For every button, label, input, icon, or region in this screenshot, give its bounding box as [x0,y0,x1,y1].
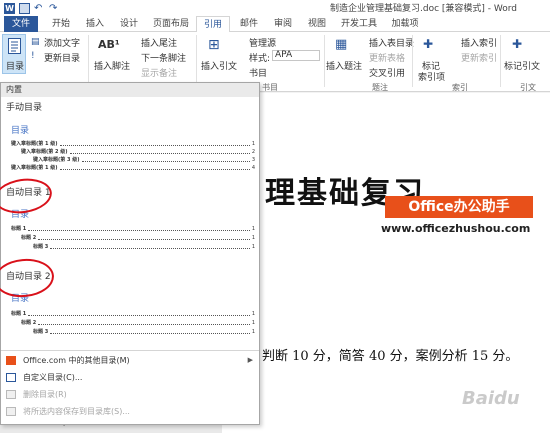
submenu-arrow-icon: ▶ [247,356,253,364]
tab-references[interactable]: 引用 [196,16,230,33]
save-to-gallery-menu-item[interactable]: 将所选内容保存到目录库(S)... [1,404,259,419]
mark-entry-label2: 索引项 [418,73,446,83]
more-tocs-office-menu-item[interactable]: Office.com 中的其他目录(M) ▶ [1,353,259,368]
redo-icon[interactable]: ↷ [49,3,60,14]
quick-access-toolbar: W ↶ ↷ [0,2,60,14]
tab-page-layout[interactable]: 页面布局 [150,16,192,32]
update-toc-button[interactable]: 更新目录 [44,51,80,64]
insert-footnote-button[interactable]: 插入脚注 [94,59,130,72]
manual-toc-preview[interactable]: 目录 键入章标题(第 1 级) 1 键入章标题(第 2 级) 2 键入章标题(第 3… [7,113,257,173]
preview-row: 标题 11 [11,311,255,317]
bibliography-group-label: 书目 [262,83,278,92]
preview-row: 标题 21 [21,235,255,241]
cross-reference-button[interactable]: 交叉引用 [369,66,405,79]
preview-row: 标题 31 [33,244,255,250]
group-divider [500,35,501,87]
watermark-url: www.officezhushou.com [381,222,531,235]
custom-toc-menu-item[interactable]: 自定义目录(C)... [1,370,259,385]
mark-citation-button[interactable]: 标记引文 [504,59,540,72]
title-bar: W ↶ ↷ 制造企业管理基础复习.doc [兼容模式] - Word [0,0,550,16]
insert-caption-button[interactable]: 插入题注 [326,59,362,72]
tab-addins[interactable]: 加载项 [388,16,422,32]
tab-insert[interactable]: 插入 [82,16,108,32]
show-notes-button[interactable]: 显示备注 [141,66,177,79]
document-page[interactable] [222,93,550,433]
insert-caption-icon: ▦ [335,37,348,52]
toc-label: 目录 [6,62,25,72]
next-footnote-button[interactable]: 下一条脚注 [141,51,186,64]
ribbon-tabs: 文件 开始 插入 设计 页面布局 引用 邮件 审阅 视图 开发工具 加载项 [0,16,550,33]
tab-mailings[interactable]: 邮件 [236,16,262,32]
tab-developer[interactable]: 开发工具 [338,16,380,32]
mark-citation-icon: ✚ [512,37,523,51]
preview-row: 键入章标题(第 3 级) 3 [33,157,255,163]
preview-row: 标题 11 [11,226,255,232]
preview-row: 键入章标题(第 2 级) 2 [21,149,255,155]
style-select[interactable]: APA [272,50,320,61]
preview-row: 键入章标题(第 1 级) 1 [11,141,255,147]
preview-row: 标题 21 [21,320,255,326]
update-toc-icon: ! [31,51,35,61]
window-title: 制造企业管理基础复习.doc [兼容模式] - Word [330,4,518,14]
word-logo-icon: W [4,2,15,14]
preview-title: 目录 [11,126,30,136]
remove-toc-menu-item[interactable]: 删除目录(R) [1,387,259,402]
authorities-group-label: 引文 [520,83,536,92]
insert-citation-icon: ⊞ [208,37,220,53]
save-icon[interactable] [19,2,30,14]
preview-row: 键入章标题(第 1 级) 4 [11,165,255,171]
mark-entry-icon: ✚ [423,37,434,51]
tab-review[interactable]: 审阅 [270,16,296,32]
preview-row: 标题 31 [33,329,255,335]
manual-toc-label: 手动目录 [6,103,43,113]
tab-home[interactable]: 开始 [48,16,74,32]
group-divider [196,35,197,87]
insert-footnote-icon: AB¹ [98,38,120,51]
remove-toc-icon [6,390,16,399]
insert-table-of-figures-button[interactable]: 插入表目录 [369,36,414,49]
update-index-button[interactable]: 更新索引 [461,51,497,64]
watermark-brand: Office办公助手 [385,196,533,218]
document-body-text: 判断 10 分，简答 40 分，案例分析 15 分。 [262,349,519,364]
tab-design[interactable]: 设计 [116,16,142,32]
insert-citation-button[interactable]: 插入引文 [201,59,237,72]
add-text-icon: ▤ [31,37,40,47]
insert-index-button[interactable]: 插入索引 [461,36,497,49]
undo-icon[interactable]: ↶ [34,3,45,14]
captions-group-label: 题注 [372,83,388,92]
index-group-label: 索引 [452,83,468,92]
add-text-button[interactable]: 添加文字 [44,36,80,49]
update-table-button[interactable]: 更新表格 [369,51,405,64]
watermark-baidu: Baidu [462,388,520,409]
dropdown-header: 内置 [1,83,259,97]
toc-icon [8,38,21,54]
toc-button[interactable]: 目录 [2,34,26,74]
save-to-gallery-icon [6,407,16,416]
insert-endnote-button[interactable]: 插入尾注 [141,36,177,49]
group-divider [324,35,325,87]
tab-view[interactable]: 视图 [304,16,330,32]
bibliography-button[interactable]: 书目 [249,66,267,79]
menu-divider [1,350,259,351]
custom-toc-icon [6,373,16,382]
toc-dropdown: 内置 手动目录 目录 键入章标题(第 1 级) 1 键入章标题(第 2 级) 2 键… [0,82,260,425]
office-com-icon [6,356,16,365]
style-label: 样式: [249,54,271,64]
group-divider [412,35,413,87]
group-divider [88,35,89,87]
manage-sources-button[interactable]: 管理源 [249,36,276,49]
tab-file[interactable]: 文件 [4,16,38,32]
